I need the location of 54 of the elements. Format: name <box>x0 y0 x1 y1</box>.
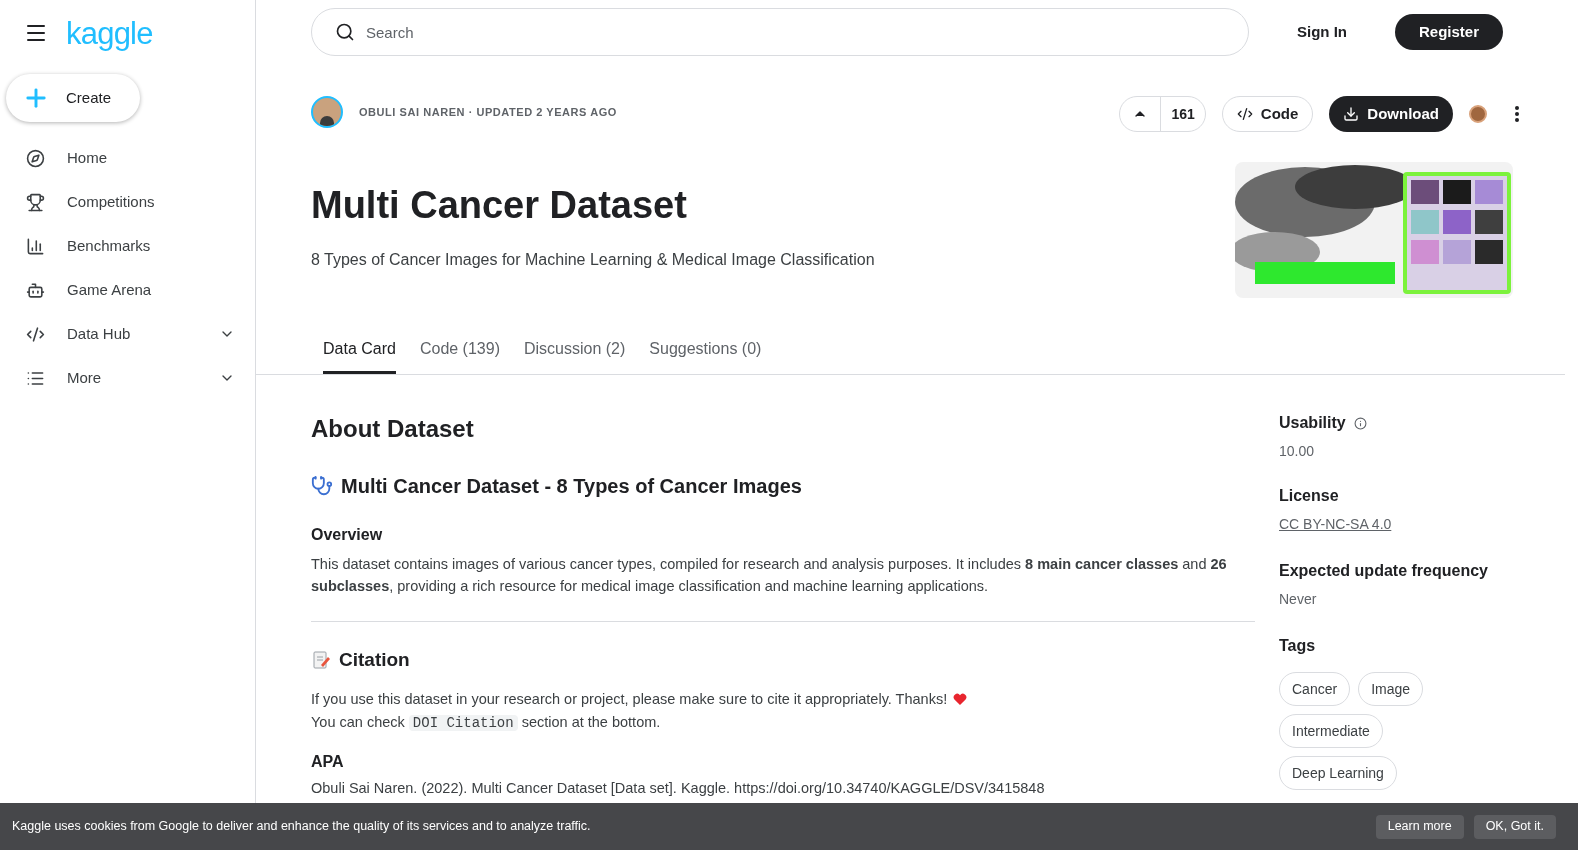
overview-heading: Overview <box>311 525 384 545</box>
code-icon <box>26 324 45 344</box>
doi-note: You can check DOI Citation section at the bottom. <box>311 713 662 734</box>
frequency-label: Expected update frequency <box>1279 561 1489 581</box>
avatar[interactable] <box>311 96 343 128</box>
dataset-subtitle: 8 Types of Cancer Images for Machine Learning & Medical Image Classification <box>311 250 876 270</box>
create-button[interactable]: Create <box>6 74 140 122</box>
more-options-button[interactable] <box>1515 106 1519 122</box>
download-icon <box>1343 106 1360 122</box>
license-link[interactable]: CC BY-NC-SA 4.0 <box>1279 514 1392 535</box>
search-icon <box>335 22 355 42</box>
tags-label: Tags <box>1279 636 1317 656</box>
cookie-message: Kaggle uses cookies from Google to deliver and enhance the quality of its services and to analyze traffic. <box>12 818 592 836</box>
learn-more-button[interactable]: Learn more <box>1375 814 1464 839</box>
frequency-value: Never <box>1279 590 1318 609</box>
register-button[interactable]: Register <box>1395 14 1504 50</box>
apa-citation: Obuli Sai Naren. (2022). Multi Cancer Dataset [Data set]. Kaggle. https://doi.org/10.34740/KAGGLE/DSV/3415848 <box>311 779 1046 799</box>
more-vertical-icon <box>1515 106 1519 122</box>
ok-button[interactable]: OK, Got it. <box>1473 814 1556 839</box>
overview-paragraph: This dataset contains images of various cancer types, compiled for research and analysis purposes. It includes 8 main cancer classes and 26 subclasses, providing a rich resource for medical image classification and machine learning applications. <box>311 555 1228 596</box>
citation-paragraph: If you use this dataset in your research or project, please make sure to cite it appropriately. Thanks! <box>311 689 948 709</box>
compass-icon <box>26 148 45 168</box>
usability-value: 10.00 <box>1279 442 1316 461</box>
byline: OBULI SAI NAREN · UPDATED 2 YEARS AGO <box>359 104 617 120</box>
usability-label: Usability <box>1279 413 1346 433</box>
search-field[interactable]: Search <box>311 8 1249 56</box>
nav-item[interactable]: More <box>67 366 219 390</box>
dataset-title: Multi Cancer Dataset <box>311 186 688 224</box>
apa-heading: APA <box>311 752 345 773</box>
nav-item[interactable]: Competitions <box>67 190 235 214</box>
notepad-icon <box>311 650 331 671</box>
tab[interactable]: Discussion (2) <box>523 326 626 374</box>
citation-heading: Citation <box>339 648 410 672</box>
code-icon <box>1236 106 1253 122</box>
subsection-heading: Multi Cancer Dataset - 8 Types of Cancer Images <box>341 474 802 499</box>
nav-item[interactable]: Benchmarks <box>67 234 235 258</box>
tab[interactable]: Data Card <box>323 326 396 374</box>
robot-icon <box>26 280 45 300</box>
tab[interactable]: Code (139) <box>419 326 500 374</box>
trophy-icon <box>26 192 45 212</box>
nav-item[interactable]: Data Hub <box>67 322 219 346</box>
bar-chart-icon <box>26 236 45 256</box>
nav-item[interactable]: Game Arena <box>67 278 235 302</box>
nav-item[interactable]: Home <box>67 146 235 170</box>
medal-icon <box>1469 105 1487 123</box>
heart-icon <box>953 693 968 706</box>
download-button[interactable]: Download <box>1329 96 1453 132</box>
section-heading: About Dataset <box>311 414 475 444</box>
license-label: License <box>1279 486 1340 506</box>
info-icon <box>1353 416 1367 430</box>
stethoscope-icon <box>311 475 333 497</box>
tab[interactable]: Suggestions (0) <box>649 326 762 374</box>
sign-in-button[interactable]: Sign In <box>1297 20 1347 44</box>
upvote-count: 161 <box>1160 97 1205 131</box>
